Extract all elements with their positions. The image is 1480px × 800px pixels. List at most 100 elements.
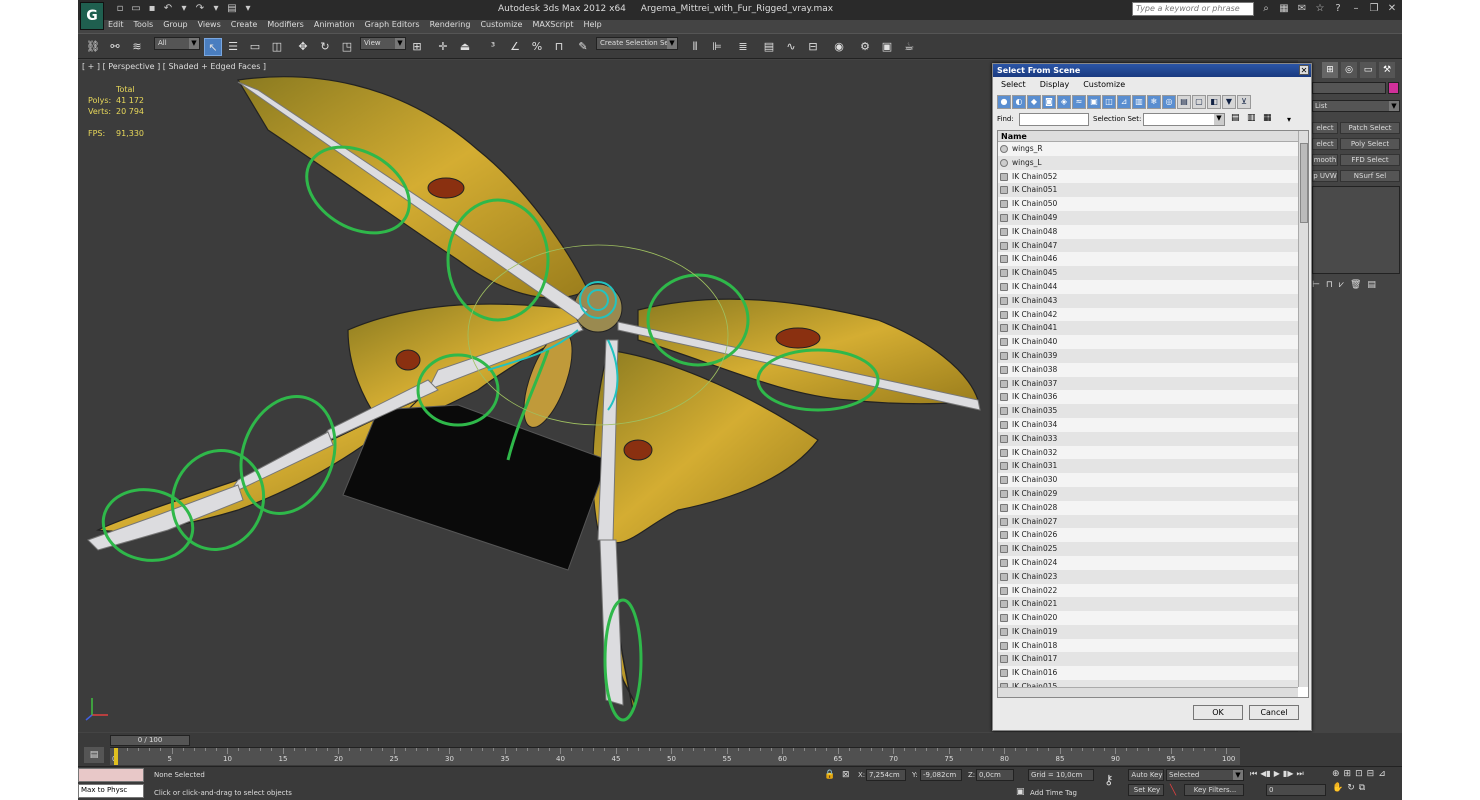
graphite-tools-icon[interactable]: ▤ [760, 38, 778, 56]
save-file-icon[interactable]: ▪ [146, 3, 158, 15]
mirror-icon[interactable]: ⫴ [686, 38, 704, 56]
scale-icon[interactable]: ◳ [338, 38, 356, 56]
keyboard-shortcut-icon[interactable]: ⏏ [456, 38, 474, 56]
menu-create[interactable]: Create [231, 20, 258, 32]
binoculars-icon[interactable]: ⌕ [1260, 3, 1272, 15]
list-item[interactable]: wings_L [998, 155, 1298, 170]
goto-end-icon[interactable]: ⏭ [1296, 769, 1303, 779]
z-coordinate-field[interactable]: 0,0cm [976, 769, 1014, 781]
list-item[interactable]: IK Chain050 [998, 197, 1298, 211]
pan-icon[interactable]: ✋ [1332, 783, 1343, 793]
y-coordinate-field[interactable]: -9,082cm [920, 769, 962, 781]
list-item[interactable]: wings_R [998, 142, 1298, 156]
x-coordinate-field[interactable]: 7,254cm [866, 769, 906, 781]
scroll-thumb[interactable] [1300, 143, 1308, 223]
named-selection-dropdown[interactable]: Create Selection Se ▼ [596, 37, 678, 50]
display-hidden-icon[interactable]: ◎ [1162, 95, 1176, 109]
menu-graph-editors[interactable]: Graph Editors [365, 20, 420, 32]
motion-tab-icon[interactable]: ◎ [1341, 62, 1357, 78]
angle-snap-icon[interactable]: ∠ [506, 38, 524, 56]
set-key-button[interactable]: Set Key [1128, 784, 1164, 796]
render-setup-icon[interactable]: ⚙ [856, 38, 874, 56]
percent-snap-icon[interactable]: % [528, 38, 546, 56]
menu-tools[interactable]: Tools [134, 20, 154, 32]
list-item[interactable]: IK Chain045 [998, 266, 1298, 280]
selection-set-dropdown[interactable]: ▼ [1143, 113, 1225, 126]
list-item[interactable]: IK Chain034 [998, 417, 1298, 432]
subscription-icon[interactable]: ▦ [1278, 3, 1290, 15]
display-cameras-icon[interactable]: ◙ [1042, 95, 1056, 109]
orbit-icon[interactable]: ↻ [1347, 783, 1355, 793]
list-item[interactable]: IK Chain043 [998, 293, 1298, 308]
absolute-mode-icon[interactable]: ⊠ [842, 770, 850, 780]
goto-start-icon[interactable]: ⏮ [1250, 769, 1257, 779]
redo-icon[interactable]: ↷ [194, 3, 206, 15]
utilities-tab-icon[interactable]: ⚒ [1379, 62, 1395, 78]
display-none-icon[interactable]: ▢ [1192, 95, 1206, 109]
dialog-options-icon[interactable]: ▾ [1287, 115, 1291, 124]
list-item[interactable]: IK Chain027 [998, 514, 1298, 529]
key-mode-dropdown[interactable]: Selected ▼ [1166, 769, 1244, 781]
select-by-name-icon[interactable]: ☰ [224, 38, 242, 56]
display-all-icon[interactable]: ▤ [1177, 95, 1191, 109]
new-file-icon[interactable]: ▫ [114, 3, 126, 15]
find-input[interactable] [1019, 113, 1089, 126]
dialog-title[interactable]: Select From Scene [993, 64, 1311, 77]
snap-3d-icon[interactable]: ³ [484, 38, 502, 56]
dialog-menu-display[interactable]: Display [1040, 80, 1070, 89]
list-item[interactable]: IK Chain037 [998, 376, 1298, 391]
rotate-icon[interactable]: ↻ [316, 38, 334, 56]
remove-modifier-icon[interactable]: 🗑 [1350, 280, 1361, 290]
menu-views[interactable]: Views [198, 20, 221, 32]
selection-filter-dropdown[interactable]: All ▼ [154, 37, 200, 50]
qa-dropdown-icon[interactable]: ▾ [242, 3, 254, 15]
move-icon[interactable]: ✥ [294, 38, 312, 56]
sel-set-icon-2[interactable]: ▥ [1247, 113, 1256, 123]
search-input[interactable]: Type a keyword or phrase [1132, 2, 1254, 16]
dialog-menu-select[interactable]: Select [1001, 80, 1026, 89]
display-containers-icon[interactable]: ▥ [1132, 95, 1146, 109]
viewport-label[interactable]: [ + ] [ Perspective ] [ Shaded + Edged F… [82, 62, 266, 71]
favorites-icon[interactable]: ☆ [1314, 3, 1326, 15]
name-column-header[interactable]: Name [998, 131, 1298, 142]
display-xrefs-icon[interactable]: ◫ [1102, 95, 1116, 109]
display-frozen-icon[interactable]: ❄ [1147, 95, 1161, 109]
dialog-menu-customize[interactable]: Customize [1083, 80, 1125, 89]
modifier-button-7[interactable]: NSurf Sel [1340, 170, 1400, 182]
menu-customize[interactable]: Customize [480, 20, 522, 32]
close-icon[interactable]: ✕ [1386, 3, 1398, 15]
list-item[interactable]: IK Chain035 [998, 404, 1298, 418]
window-crossing-icon[interactable]: ◫ [268, 38, 286, 56]
auto-key-button[interactable]: Auto Key [1128, 769, 1164, 781]
trackbar-toggle-icon[interactable]: ▤ [84, 747, 104, 763]
list-item[interactable]: IK Chain039 [998, 348, 1298, 363]
menu-group[interactable]: Group [163, 20, 187, 32]
list-item[interactable]: IK Chain048 [998, 224, 1298, 239]
curve-editor-icon[interactable]: ∿ [782, 38, 800, 56]
communication-icon[interactable]: ✉ [1296, 3, 1308, 15]
key-filters-button[interactable]: Key Filters... [1184, 784, 1244, 796]
cancel-button[interactable]: Cancel [1249, 705, 1299, 720]
time-slider[interactable]: 0 / 100 [110, 735, 190, 746]
list-item[interactable]: IK Chain046 [998, 252, 1298, 267]
list-item[interactable]: IK Chain021 [998, 597, 1298, 612]
select-object-icon[interactable]: ↖ [204, 38, 222, 56]
list-item[interactable]: IK Chain042 [998, 307, 1298, 322]
menu-rendering[interactable]: Rendering [430, 20, 471, 32]
maxscript-mini-listener[interactable]: Max to Physc [78, 784, 144, 798]
menu-animation[interactable]: Animation [314, 20, 355, 32]
edit-named-sel-icon[interactable]: ✎ [574, 38, 592, 56]
restore-icon[interactable]: ❐ [1368, 3, 1380, 15]
list-item[interactable]: IK Chain032 [998, 445, 1298, 460]
modifier-button-4[interactable]: mooth [1312, 154, 1338, 166]
configure-sets-icon[interactable]: ▤ [1367, 280, 1376, 290]
material-editor-icon[interactable]: ◉ [830, 38, 848, 56]
ok-button[interactable]: OK [1193, 705, 1243, 720]
list-item[interactable]: IK Chain031 [998, 459, 1298, 474]
list-item[interactable]: IK Chain024 [998, 555, 1298, 570]
list-item[interactable]: IK Chain019 [998, 624, 1298, 639]
list-item[interactable]: IK Chain022 [998, 583, 1298, 598]
menu-modifiers[interactable]: Modifiers [267, 20, 304, 32]
layer-manager-icon[interactable]: ≣ [734, 38, 752, 56]
list-item[interactable]: IK Chain016 [998, 666, 1298, 681]
